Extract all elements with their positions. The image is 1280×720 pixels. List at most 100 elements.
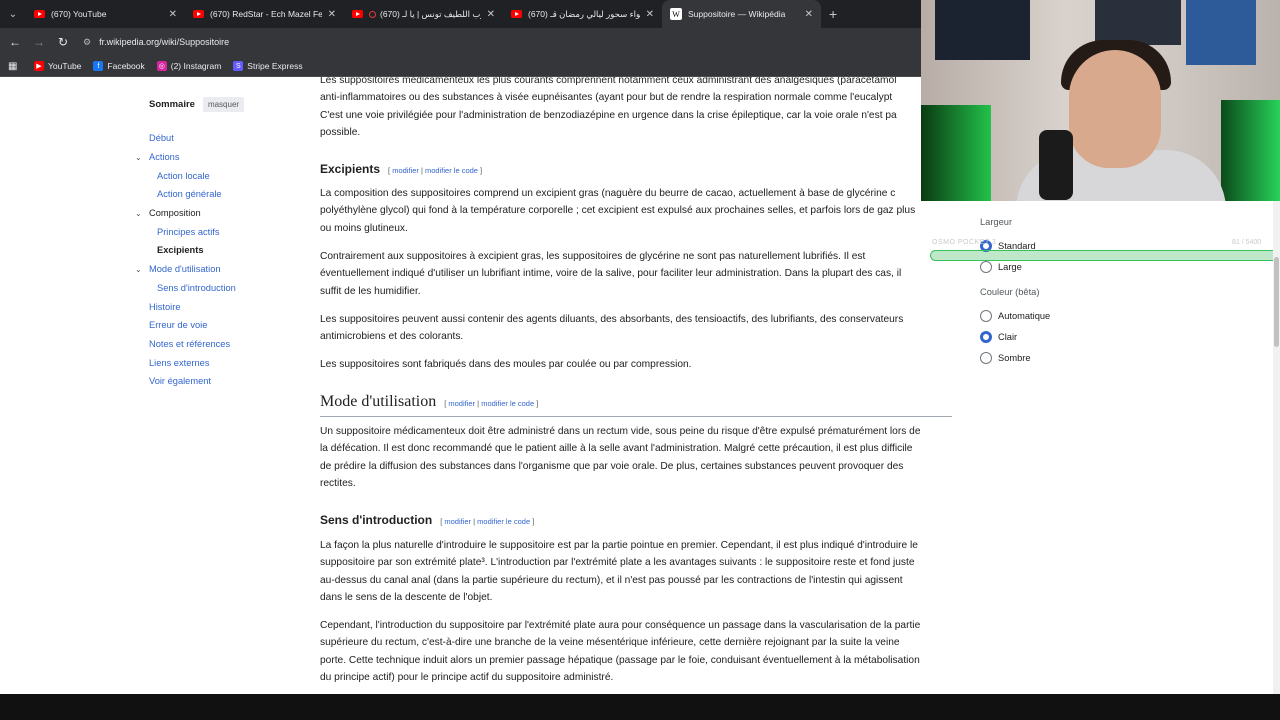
text-line: supérieure du rectum, c'est-à-dire une b… xyxy=(320,637,900,649)
tab-title: (670) حزب اللطيف تونس | يا لـ xyxy=(380,8,481,19)
text-line: dans le sens de la descente de l'objet. xyxy=(320,592,493,604)
toc-item-label: Erreur de voie xyxy=(149,320,208,331)
toc-item-label: Mode d'utilisation xyxy=(149,264,221,275)
radio-label: Automatique xyxy=(998,310,1051,321)
excipients-paragraph-3: Les suppositoires peuvent aussi contenir… xyxy=(320,311,952,346)
toc-hide-button[interactable]: masquer xyxy=(202,97,245,112)
close-tab-icon[interactable]: ✕ xyxy=(487,9,495,20)
browser-tab[interactable]: (670) حزب اللطيف تونس | يا لـ ✕ xyxy=(344,0,503,28)
close-tab-icon[interactable]: ✕ xyxy=(328,9,336,20)
text-line: suppositoire par son extrémité plate³. L… xyxy=(320,557,915,569)
toc-item[interactable]: Histoire xyxy=(135,297,295,316)
excipients-paragraph-1: La composition des suppositoires compren… xyxy=(320,185,952,237)
youtube-favicon-icon xyxy=(352,10,363,18)
chevron-down-icon[interactable]: ⌄ xyxy=(135,153,142,162)
radio-button[interactable] xyxy=(980,351,992,364)
heading-excipients: Excipients [ modifier | modifier le code … xyxy=(320,161,952,179)
poster-frame xyxy=(1186,0,1256,65)
radio-label: Clair xyxy=(998,331,1018,342)
text-line: éventuellement indiqué d'utiliser un lub… xyxy=(320,268,902,280)
toc-item-label: Notes et références xyxy=(149,338,231,349)
toc-item[interactable]: Excipients xyxy=(135,241,295,260)
intro-paragraph: Les suppositoires médicamenteux les plus… xyxy=(320,77,952,142)
toc-item[interactable]: Action locale xyxy=(135,166,295,185)
edit-source-link[interactable]: modifier le code xyxy=(477,517,530,526)
edit-link[interactable]: modifier xyxy=(444,517,471,526)
bookmark-item[interactable]: S Stripe Express xyxy=(233,61,303,71)
radio-button[interactable] xyxy=(980,260,992,273)
taskbar-strip xyxy=(0,694,1280,720)
edit-source-link[interactable]: modifier le code xyxy=(425,166,478,175)
text-line: suffit de les humidifier. xyxy=(320,285,421,297)
bookmark-item[interactable]: ◎ (2) Instagram xyxy=(156,61,221,71)
toc-item[interactable]: Début xyxy=(135,129,295,148)
radio-option[interactable]: Sombre xyxy=(980,347,1270,368)
browser-tab[interactable]: (670) RedStar - Ech Mazel Feat ✕ xyxy=(185,0,344,28)
radio-option[interactable]: Automatique xyxy=(980,305,1270,326)
stripe-icon: S xyxy=(233,61,244,71)
site-info-icon[interactable]: ⚙ xyxy=(83,37,91,48)
browser-tab[interactable]: W Suppositoire — Wikipédia ✕ xyxy=(662,0,821,28)
text-line: La composition des suppositoires compren… xyxy=(320,188,896,199)
new-tab-button[interactable]: + xyxy=(829,6,837,22)
apps-grid-icon[interactable]: ▦ xyxy=(8,61,22,72)
heading-mode: Mode d'utilisation [ modifier | modifier … xyxy=(320,393,952,418)
wikipedia-favicon-icon: W xyxy=(670,8,682,20)
text-line: au-dessus du canal anal (dans la partie … xyxy=(320,574,903,586)
youtube-favicon-icon xyxy=(511,10,522,18)
toc-item-label: Début xyxy=(149,133,174,144)
forward-button[interactable]: → xyxy=(27,35,51,49)
toc-item[interactable]: Action générale xyxy=(135,185,295,204)
edit-source-link[interactable]: modifier le code xyxy=(481,399,534,408)
sens-paragraph-1: La façon la plus naturelle d'introduire … xyxy=(320,537,952,607)
toc-item[interactable]: Voir également xyxy=(135,372,295,391)
text-line: porte. Cette technique induit alors un p… xyxy=(320,654,920,666)
tab-title: Suppositoire — Wikipédia xyxy=(688,9,786,19)
back-button[interactable]: ← xyxy=(3,35,27,49)
close-tab-icon[interactable]: ✕ xyxy=(169,9,177,20)
toc-item[interactable]: Notes et références xyxy=(135,335,295,354)
scrollbar-thumb[interactable] xyxy=(1274,257,1279,347)
close-tab-icon[interactable]: ✕ xyxy=(646,9,654,20)
toc-item[interactable]: Principes actifs xyxy=(135,222,295,241)
text-line: de prédire la diffusion des substances d… xyxy=(320,460,904,472)
radio-option[interactable]: Clair xyxy=(980,326,1270,347)
radio-button[interactable] xyxy=(980,330,992,343)
text-line: la défécation. Il est donc recommandé qu… xyxy=(320,443,913,455)
table-of-contents: Sommaire masquer Début ⌄ Actions Action loc… xyxy=(135,97,295,391)
heading-mode-text: Mode d'utilisation xyxy=(320,393,437,410)
bookmark-label: Stripe Express xyxy=(247,61,303,71)
toc-item[interactable]: ⌄ Actions xyxy=(135,148,295,167)
heading-sens-text: Sens d'introduction xyxy=(320,513,433,527)
text-line: Les suppositoires médicamenteux les plus… xyxy=(320,77,897,86)
toc-item[interactable]: Sens d'introduction xyxy=(135,279,295,298)
toc-item-label: Voir également xyxy=(149,376,212,387)
bookmark-item[interactable]: f Facebook xyxy=(93,61,145,71)
excipients-paragraph-4: Les suppositoires sont fabriqués dans de… xyxy=(320,359,692,370)
browser-tab[interactable]: (670) أجواء سحور ليالي رمضان قـ ✕ xyxy=(503,0,662,28)
green-light xyxy=(921,105,991,201)
toc-item[interactable]: Liens externes xyxy=(135,353,295,372)
toc-item[interactable]: ⌄ Composition xyxy=(135,204,295,223)
youtube-icon: ▶ xyxy=(34,61,44,71)
heading-excipients-text: Excipients xyxy=(320,162,381,176)
reload-button[interactable]: ↻ xyxy=(51,35,75,49)
toc-item-label: Composition xyxy=(149,208,201,219)
radio-button[interactable] xyxy=(980,309,992,322)
text-line: C'est une voie privilégiée pour l'admini… xyxy=(320,109,897,121)
poster-frame xyxy=(1095,0,1181,45)
chevron-down-icon[interactable]: ⌄ xyxy=(135,265,142,274)
tab-search-icon[interactable]: ⌄ xyxy=(0,0,26,28)
edit-link[interactable]: modifier xyxy=(448,399,475,408)
microphone xyxy=(1039,130,1073,200)
excipients-paragraph-2: Contrairement aux suppositoires à excipi… xyxy=(320,248,952,300)
chevron-down-icon[interactable]: ⌄ xyxy=(135,209,142,218)
toc-item[interactable]: Erreur de voie xyxy=(135,316,295,335)
bookmark-item[interactable]: ▶ YouTube xyxy=(34,61,81,71)
edit-link[interactable]: modifier xyxy=(392,166,419,175)
text-line: du principe actif) pour le principe acti… xyxy=(320,672,614,684)
close-tab-icon[interactable]: ✕ xyxy=(805,9,813,20)
text-line: Les suppositoires peuvent aussi contenir… xyxy=(320,314,904,325)
browser-tab[interactable]: (670) YouTube ✕ xyxy=(26,0,185,28)
toc-item[interactable]: ⌄ Mode d'utilisation xyxy=(135,260,295,279)
